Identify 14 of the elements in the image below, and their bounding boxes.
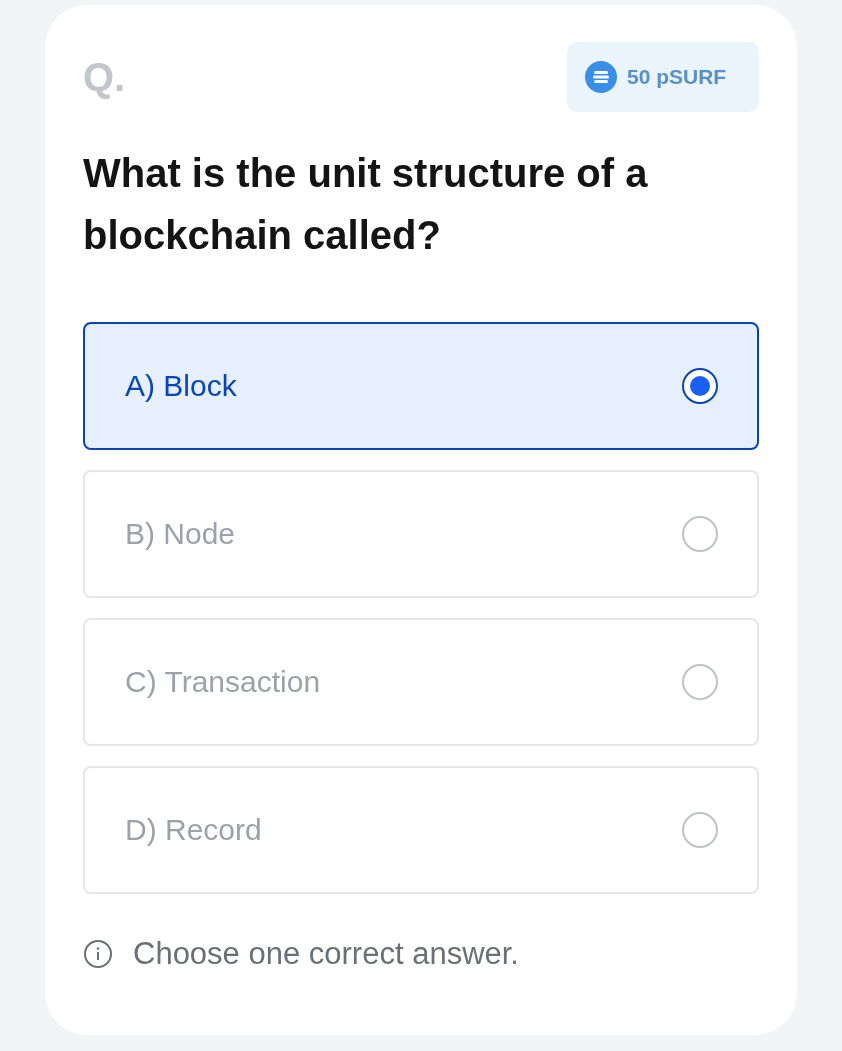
hint-text: Choose one correct answer. (133, 936, 519, 972)
answer-option[interactable]: D) Record (83, 766, 759, 894)
coin-icon (585, 61, 617, 93)
question-text: What is the unit structure of a blockchain called? (83, 150, 649, 259)
radio-selected-icon (681, 367, 719, 405)
radio-icon (681, 663, 719, 701)
reward-amount: 50 pSURF (627, 65, 727, 89)
question-label: Q. (83, 54, 126, 100)
info-icon (83, 939, 113, 969)
answer-option[interactable]: B) Node (83, 470, 759, 598)
answer-option[interactable]: A) Block (83, 322, 759, 450)
answer-option[interactable]: C) Transaction (83, 618, 759, 746)
radio-icon (681, 515, 719, 553)
radio-icon (681, 811, 719, 849)
